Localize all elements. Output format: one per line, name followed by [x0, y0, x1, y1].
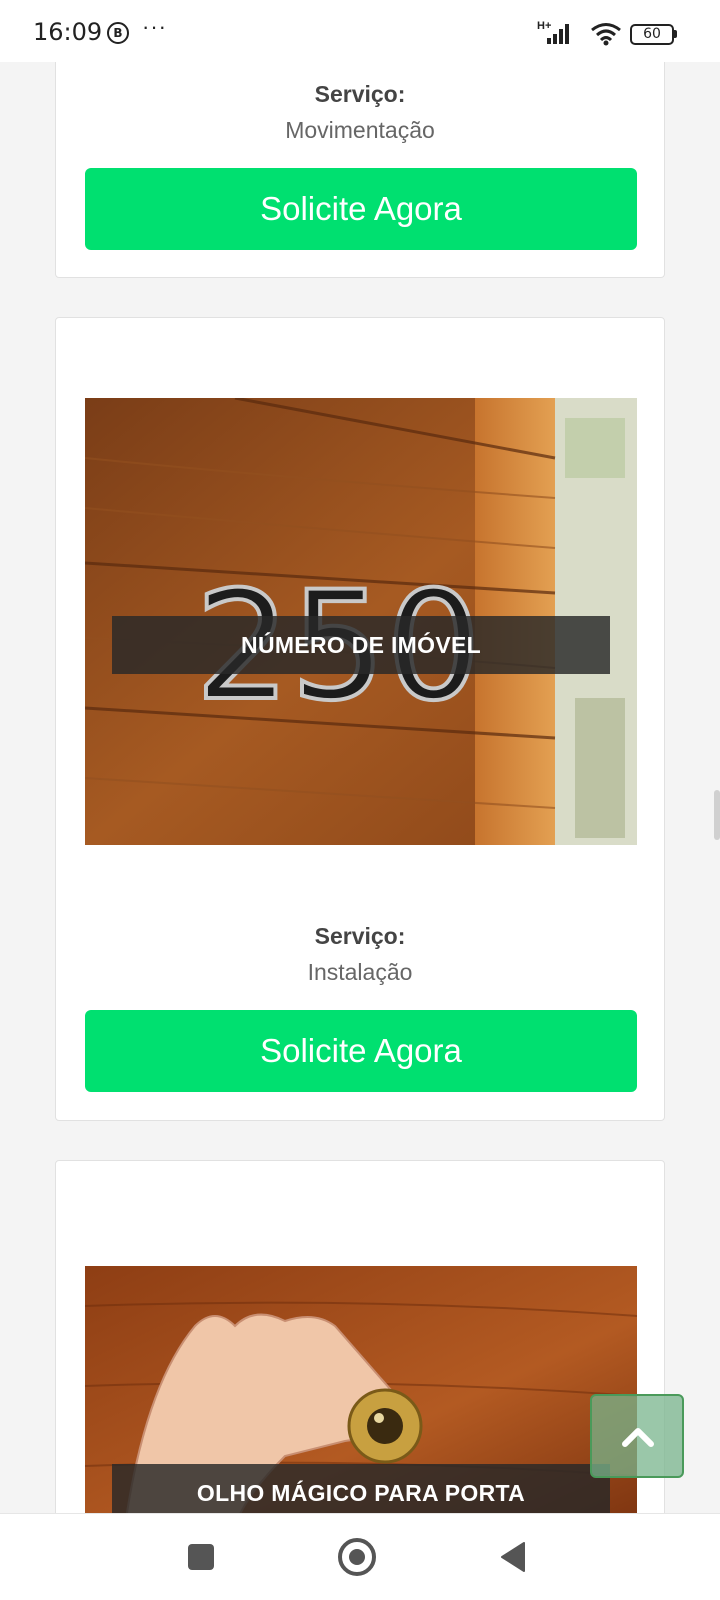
- service-value: Instalação: [307, 959, 413, 985]
- wifi-icon: [591, 23, 621, 46]
- status-bar: 16:09 B ··· H+ 60: [0, 0, 720, 62]
- screen: 16:09 B ··· H+ 60 Serviço: Movimentação …: [0, 0, 720, 1600]
- more-notifications-icon: ···: [142, 14, 167, 39]
- notification-b-icon: B: [107, 22, 129, 44]
- house-number-photo[interactable]: 250 NÚMERO DE IMÓVEL: [85, 398, 637, 845]
- home-dot: [349, 1549, 365, 1565]
- signal-icon: [547, 24, 569, 44]
- navigation-bar: [0, 1513, 720, 1600]
- edge-scroll-handle[interactable]: [714, 790, 720, 840]
- scroll-to-top-button[interactable]: [590, 1394, 684, 1478]
- recents-square-icon[interactable]: [188, 1544, 214, 1570]
- home-circle-icon[interactable]: [338, 1538, 376, 1576]
- service-value: Movimentação: [285, 117, 435, 143]
- chevron-up-icon: [622, 1428, 654, 1447]
- battery-tip: [674, 30, 677, 38]
- battery-icon: 60: [630, 24, 674, 45]
- back-triangle-icon[interactable]: [500, 1542, 526, 1572]
- status-time: 16:09: [33, 18, 103, 46]
- service-card-house-number: 250 NÚMERO DE IMÓVEL Serviço: Instalação…: [55, 317, 665, 1121]
- request-now-button[interactable]: Solicite Agora: [85, 168, 637, 250]
- service-label: Serviço:: [314, 81, 406, 107]
- service-card-peephole: OLHO MÁGICO PARA PORTA: [55, 1160, 665, 1526]
- service-label: Serviço:: [314, 923, 406, 949]
- image-caption: NÚMERO DE IMÓVEL: [112, 616, 610, 674]
- battery-level: 60: [643, 26, 661, 42]
- peephole-photo[interactable]: OLHO MÁGICO PARA PORTA: [85, 1266, 637, 1526]
- request-now-button[interactable]: Solicite Agora: [85, 1010, 637, 1092]
